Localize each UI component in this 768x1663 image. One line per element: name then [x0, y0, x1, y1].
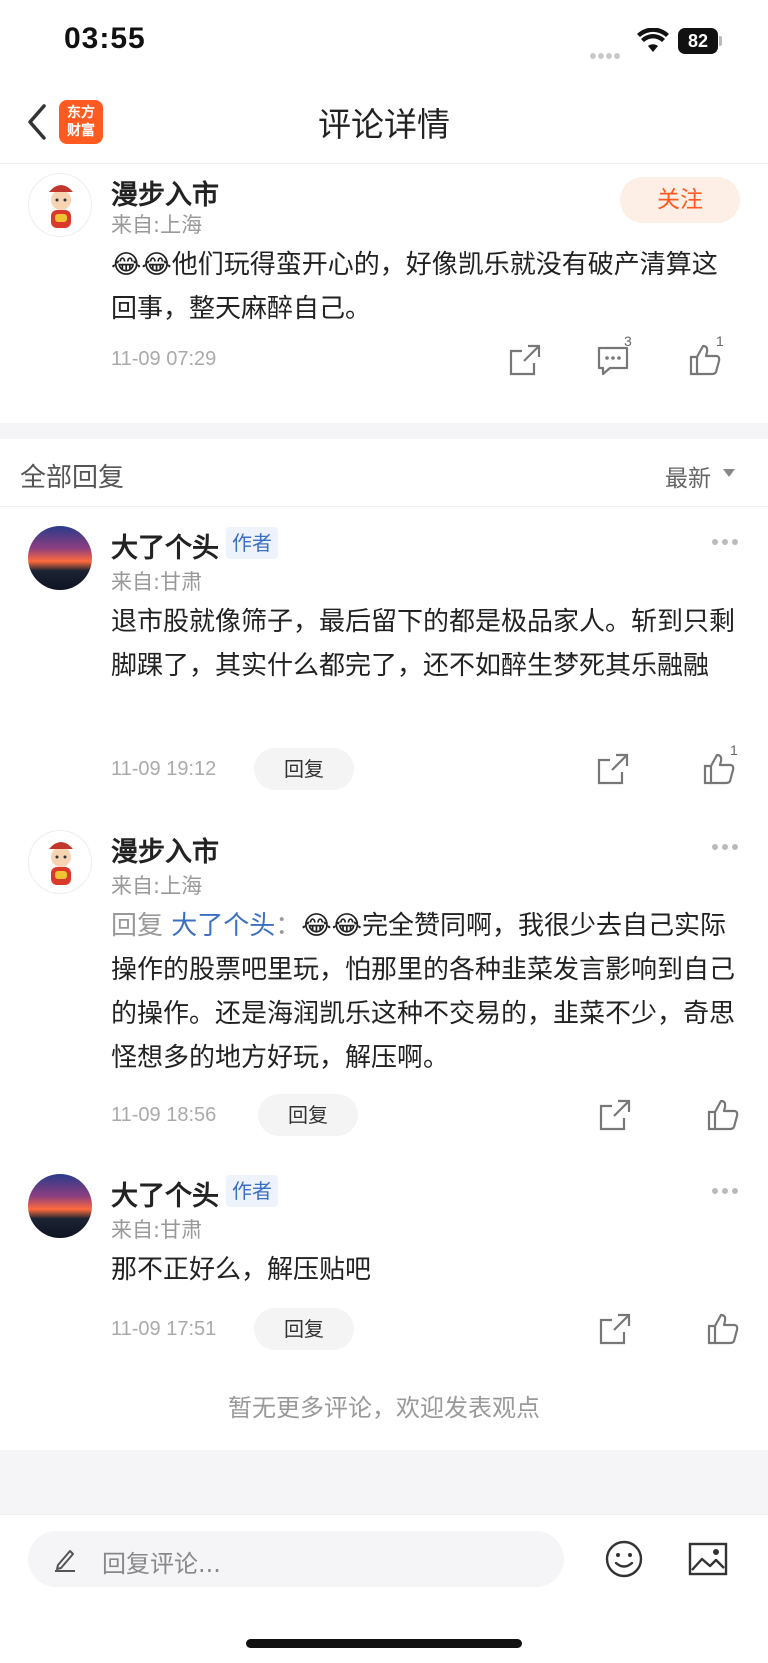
share-icon[interactable] — [508, 343, 542, 377]
reply-text: 退市股就像筛子，最后留下的都是极品家人。斩到只剩脚踝了，其实什么都完了，还不如醉… — [111, 607, 736, 681]
username[interactable]: 漫步入市 — [111, 830, 219, 869]
status-time: 03:55 — [64, 22, 146, 55]
image-icon[interactable] — [688, 1541, 728, 1577]
reply-input-placeholder: 回复评论... — [102, 1550, 221, 1578]
reply-text: 回复 大了个头：😂😂完全赞同啊，我很少去自己实际操作的股票吧里玩，怕那里的各种韭… — [111, 904, 741, 1080]
reply-target-user[interactable]: 大了个头 — [171, 911, 275, 941]
username[interactable]: 大了个头 — [111, 526, 219, 565]
section-divider — [0, 423, 768, 439]
page-title: 评论详情 — [318, 105, 450, 144]
no-more-comments: 暂无更多评论，欢迎发表观点 — [228, 1394, 540, 1422]
sort-dropdown[interactable]: 最新 — [665, 459, 711, 493]
reply-time: 11-09 17:51 — [111, 1318, 217, 1340]
share-icon[interactable] — [598, 1098, 632, 1132]
share-icon[interactable] — [598, 1312, 632, 1346]
user-location: 来自:甘肃 — [111, 570, 203, 594]
battery-level: 82 — [678, 28, 718, 54]
avatar[interactable] — [28, 1174, 92, 1238]
more-dots-icon[interactable] — [710, 1186, 740, 1196]
user-location: 来自:甘肃 — [111, 1218, 203, 1242]
avatar[interactable] — [28, 830, 92, 894]
avatar[interactable] — [28, 173, 92, 237]
bottom-spacer — [0, 1450, 768, 1514]
nav-bar: 东方 财富 评论详情 — [0, 80, 768, 164]
like-count: 1 — [730, 742, 738, 758]
thumbs-up-icon[interactable] — [706, 1098, 740, 1132]
like-count: 1 — [716, 333, 724, 349]
avatar[interactable] — [28, 526, 92, 590]
comment-time: 11-09 07:29 — [111, 348, 217, 370]
reply-button[interactable]: 回复 — [254, 1308, 354, 1350]
follow-button[interactable]: 关注 — [620, 177, 740, 223]
reply-text: 那不正好么，解压贴吧 — [111, 1255, 372, 1285]
caret-down-icon[interactable] — [723, 469, 735, 477]
reply-time: 11-09 18:56 — [111, 1104, 217, 1126]
thumbs-up-icon[interactable] — [706, 1312, 740, 1346]
pen-icon — [55, 1550, 75, 1572]
user-location: 来自:上海 — [111, 874, 203, 898]
reply-time: 11-09 19:12 — [111, 758, 217, 780]
author-badge: 作者 — [226, 1175, 278, 1207]
username[interactable]: 大了个头 — [111, 1174, 219, 1213]
reply-button[interactable]: 回复 — [258, 1094, 358, 1136]
author-badge: 作者 — [226, 527, 278, 559]
signal-icon — [590, 44, 622, 63]
battery-indicator: 82 — [678, 28, 722, 54]
more-dots-icon[interactable] — [710, 537, 740, 547]
reply-separator: ： — [275, 911, 302, 941]
main-comment: 漫步入市 来自:上海 关注 😂😂他们玩得蛮开心的，好像凯乐就没有破产清算这回事，… — [0, 165, 768, 423]
username[interactable]: 漫步入市 — [111, 173, 219, 212]
status-bar: 03:55 82 — [0, 0, 768, 80]
share-icon[interactable] — [596, 752, 630, 786]
user-location: 来自:上海 — [111, 213, 203, 237]
comment-text: 😂😂他们玩得蛮开心的，好像凯乐就没有破产清算这回事，整天麻醉自己。 — [111, 250, 718, 324]
comment-composer: 回复评论... — [0, 1514, 768, 1663]
replies-header: 全部回复 最新 — [0, 439, 768, 507]
replies-title: 全部回复 — [20, 463, 125, 493]
smiley-icon[interactable] — [604, 1539, 644, 1579]
reply-prefix: 回复 — [111, 911, 172, 941]
comment-count: 3 — [624, 333, 632, 349]
reply-input[interactable]: 回复评论... — [28, 1531, 564, 1587]
wifi-icon — [637, 28, 669, 52]
more-dots-icon[interactable] — [710, 842, 740, 852]
home-indicator — [246, 1639, 522, 1648]
reply-button[interactable]: 回复 — [254, 748, 354, 790]
